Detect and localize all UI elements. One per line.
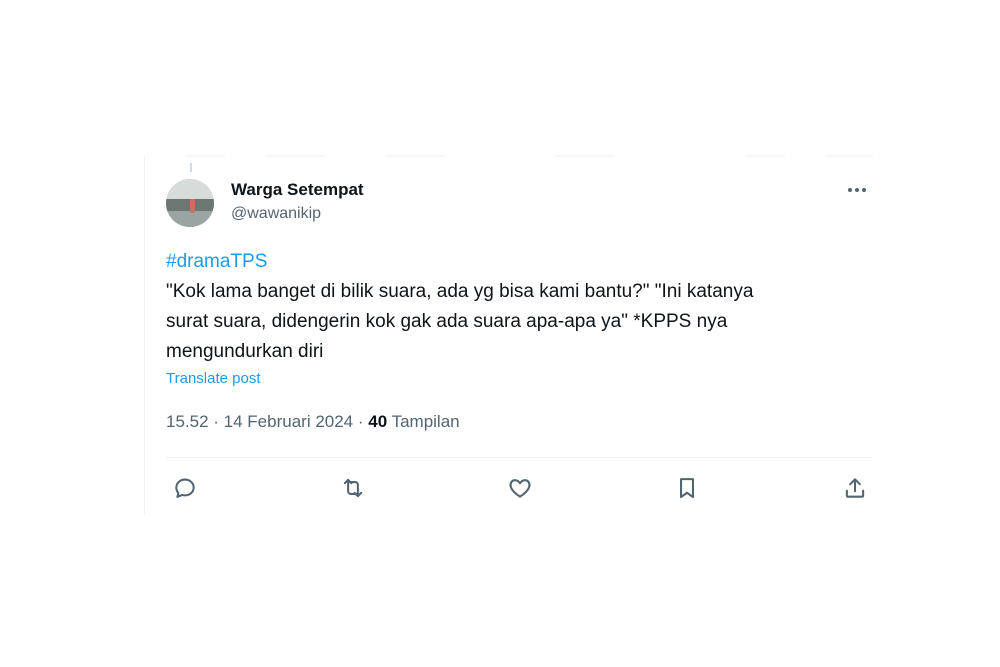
avatar-sky bbox=[166, 179, 214, 201]
bookmark-icon bbox=[680, 478, 694, 499]
more-dot bbox=[848, 188, 852, 192]
avatar-water bbox=[166, 211, 214, 227]
avatar-person bbox=[190, 199, 195, 213]
repost-button[interactable] bbox=[336, 471, 370, 505]
avatar[interactable] bbox=[166, 179, 214, 227]
share-button[interactable] bbox=[838, 471, 872, 505]
action-bar bbox=[166, 471, 873, 505]
post-text-line: surat suara, didengerin kok gak ada suar… bbox=[166, 311, 728, 332]
views-label: Tampilan bbox=[387, 412, 460, 431]
author-name[interactable]: Warga Setempat bbox=[231, 180, 364, 200]
post-date[interactable]: 14 Februari 2024 bbox=[224, 412, 353, 431]
translate-post-link[interactable]: Translate post bbox=[166, 370, 261, 387]
bookmark-button[interactable] bbox=[670, 471, 704, 505]
hashtag-link[interactable]: #dramaTPS bbox=[166, 247, 856, 277]
share-icon bbox=[845, 478, 865, 498]
reply-button[interactable] bbox=[168, 471, 202, 505]
post-text-line: mengundurkan diri bbox=[166, 341, 324, 362]
post-meta: 15.52 · 14 Februari 2024 · 40 Tampilan bbox=[166, 412, 460, 432]
like-button[interactable] bbox=[503, 471, 537, 505]
top-divider bbox=[185, 155, 873, 157]
post-card: Warga Setempat @wawanikip #dramaTPS "Kok… bbox=[144, 155, 875, 515]
reply-icon bbox=[175, 478, 195, 498]
more-options-icon[interactable] bbox=[845, 177, 875, 201]
meta-separator: · bbox=[208, 412, 224, 431]
post-time[interactable]: 15.52 bbox=[166, 412, 209, 431]
thread-line bbox=[190, 163, 192, 172]
meta-separator: · bbox=[353, 412, 369, 431]
post-text-line: "Kok lama banget di bilik suara, ada yg … bbox=[166, 281, 754, 302]
action-divider bbox=[166, 457, 873, 458]
views-count: 40 bbox=[368, 412, 388, 431]
like-icon bbox=[509, 479, 531, 498]
more-dot bbox=[862, 188, 866, 192]
author-handle[interactable]: @wawanikip bbox=[231, 205, 321, 223]
more-dot bbox=[855, 188, 859, 192]
repost-icon bbox=[343, 478, 363, 498]
post-text: #dramaTPS "Kok lama banget di bilik suar… bbox=[166, 247, 856, 367]
